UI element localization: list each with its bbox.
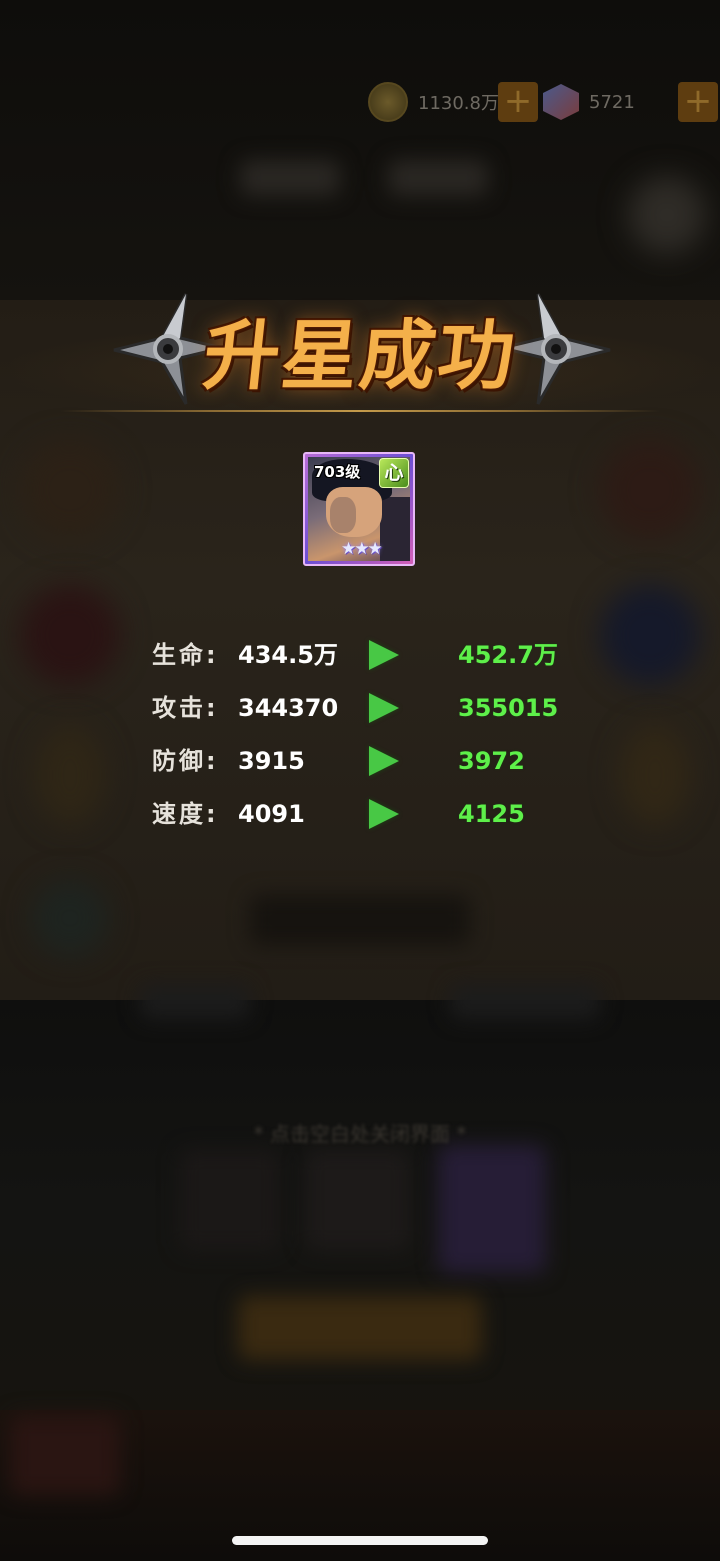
stat-label: 生命:: [152, 641, 219, 669]
blurred-skill-slot: [20, 440, 120, 540]
banner-divider: [60, 410, 660, 412]
home-indicator[interactable]: [232, 1536, 488, 1545]
stat-label: 防御:: [152, 747, 219, 775]
stat-new-value: 3972: [458, 747, 525, 775]
add-gems-button[interactable]: +: [678, 82, 718, 122]
coin-counter: 1130.8万: [368, 80, 499, 124]
blurred-tab: [240, 160, 340, 196]
close-hint[interactable]: * 点击空白处关闭界面 *: [0, 1118, 720, 1147]
gem-icon: [543, 84, 579, 120]
blurred-skill-slot: [600, 440, 700, 540]
stat-new-value: 355015: [458, 694, 559, 722]
stat-row-defense: 防御: 3915 3972: [0, 741, 720, 781]
gem-counter: 5721: [543, 80, 635, 124]
blurred-item-slot: [180, 1150, 280, 1250]
blurred-text: [140, 985, 250, 1019]
hero-robe: [380, 497, 410, 561]
blurred-item-slot: [305, 1150, 410, 1250]
arrow-right-icon: [369, 799, 399, 829]
stat-new-value: 452.7万: [458, 641, 558, 669]
stat-old-value: 3915: [238, 747, 305, 775]
coin-icon: [368, 82, 408, 122]
blurred-nav-item: [10, 1415, 120, 1495]
stat-old-value: 4091: [238, 800, 305, 828]
attribute-badge: 心: [379, 458, 409, 488]
arrow-right-icon: [369, 693, 399, 723]
gem-amount: 5721: [589, 91, 635, 113]
blurred-tab: [388, 160, 488, 196]
stat-old-value: 434.5万: [238, 641, 338, 669]
stat-row-speed: 速度: 4091 4125: [0, 794, 720, 834]
blurred-icon: [32, 880, 108, 956]
blurred-item-slot: [438, 1145, 546, 1273]
coin-amount: 1130.8万: [418, 93, 499, 114]
arrow-right-icon: [369, 640, 399, 670]
blurred-button: [628, 176, 706, 254]
hero-level: 703级: [314, 463, 361, 481]
stat-label: 攻击:: [152, 694, 219, 722]
blurred-name-plate: [250, 895, 470, 945]
stat-row-attack: 攻击: 344370 355015: [0, 688, 720, 728]
arrow-right-icon: [369, 746, 399, 776]
hero-card[interactable]: 703级 心 ★★★: [303, 452, 415, 566]
add-coins-button[interactable]: +: [498, 82, 538, 122]
stat-label: 速度:: [152, 800, 219, 828]
stat-new-value: 4125: [458, 800, 525, 828]
stat-old-value: 344370: [238, 694, 339, 722]
background-top: [0, 0, 720, 300]
hero-portrait: 703级 心 ★★★: [308, 457, 410, 561]
star-rating: ★★★: [341, 539, 383, 559]
star-up-success-title: 升星成功: [199, 311, 521, 400]
blurred-text: [450, 985, 600, 1019]
blurred-confirm-button: [238, 1296, 482, 1360]
stat-row-hp: 生命: 434.5万 452.7万: [0, 635, 720, 675]
hero-scar: [330, 497, 356, 533]
